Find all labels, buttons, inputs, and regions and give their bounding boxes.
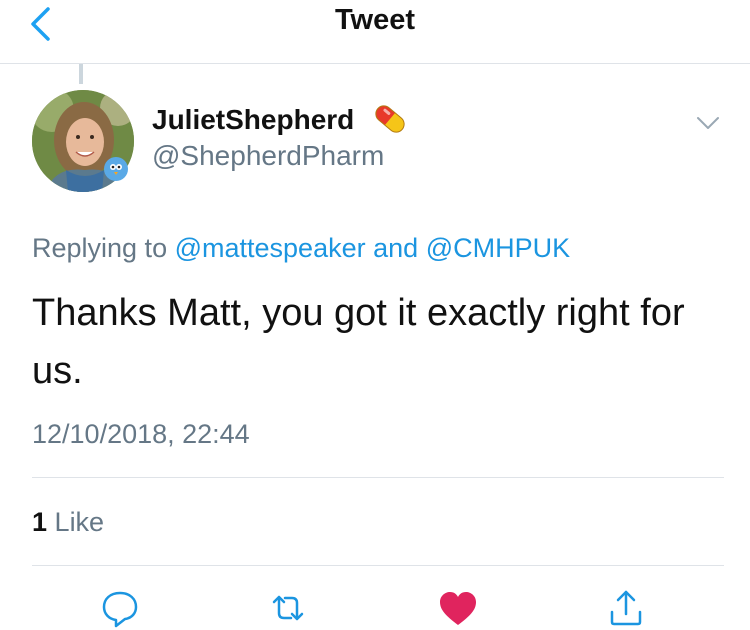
replying-to: Replying to @mattespeaker and @CMHPUK	[32, 232, 570, 264]
user-handle[interactable]: @ShepherdPharm	[152, 140, 384, 172]
reply-button[interactable]	[98, 586, 142, 630]
tweet-detail-screen: Tweet JulietShepherd @ShepherdPharm Repl…	[0, 0, 750, 630]
reply-icon	[102, 591, 138, 628]
reply-mention-mattespeaker[interactable]: @mattespeaker	[175, 233, 366, 263]
divider	[32, 565, 724, 566]
retweet-button[interactable]	[266, 586, 310, 630]
likes-number: 1	[32, 507, 48, 537]
share-button[interactable]	[604, 586, 648, 630]
divider	[32, 477, 724, 478]
chevron-down-icon	[697, 117, 719, 129]
like-button[interactable]	[436, 586, 480, 630]
bird-badge-icon	[104, 157, 128, 181]
display-name[interactable]: JulietShepherd	[152, 104, 354, 136]
heart-icon	[440, 592, 476, 625]
tweet-text: Thanks Matt, you got it exactly right fo…	[32, 292, 685, 392]
page-title: Tweet	[334, 4, 416, 36]
likes-label: Like	[54, 507, 105, 537]
nav-bar: Tweet	[0, 0, 750, 64]
tweet-timestamp[interactable]: 12/10/2018, 22:44	[32, 418, 250, 450]
share-icon	[610, 590, 642, 626]
reply-joiner: and	[373, 233, 419, 263]
replying-prefix: Replying to	[32, 233, 168, 263]
reply-mention-cmhpuk[interactable]: @CMHPUK	[426, 233, 570, 263]
pill-icon	[375, 105, 405, 133]
likes-count[interactable]: 1 Like	[32, 506, 104, 538]
more-options-button[interactable]	[694, 110, 722, 136]
thread-connector-line	[79, 64, 83, 84]
retweet-icon	[272, 595, 304, 621]
